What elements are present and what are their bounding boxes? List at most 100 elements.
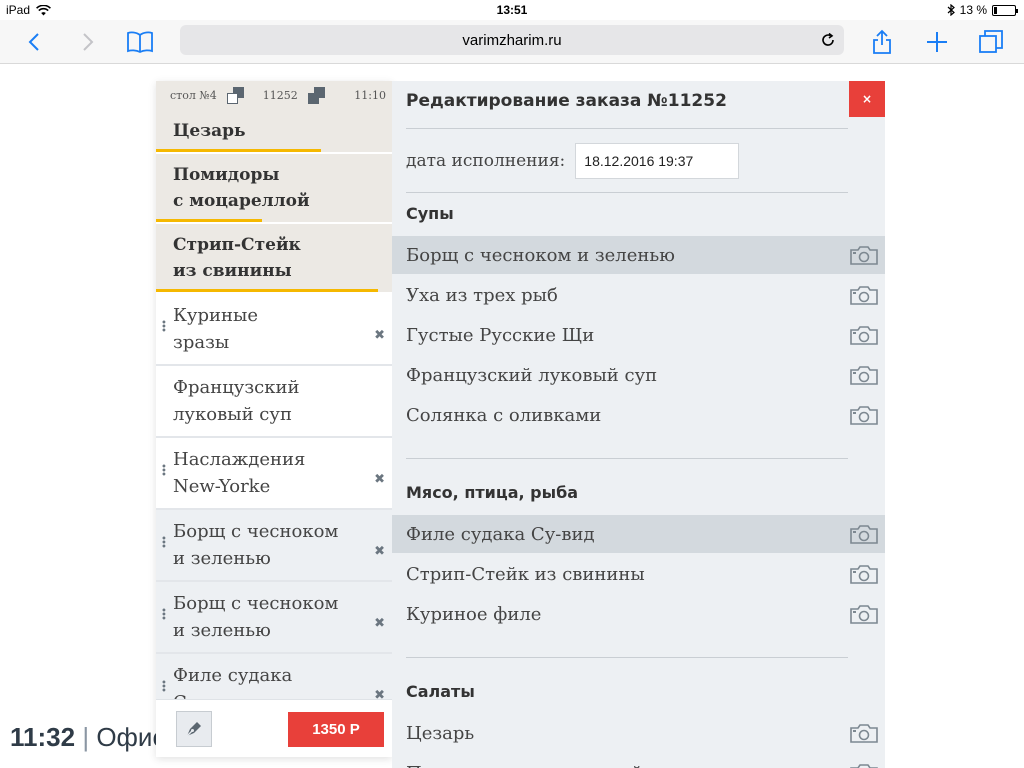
camera-icon[interactable] <box>849 603 879 625</box>
grip-icon[interactable]: • • • <box>161 319 167 337</box>
status-bar: iPad 13:51 13 % <box>0 0 1024 20</box>
camera-icon[interactable] <box>849 324 879 346</box>
camera-icon[interactable] <box>849 404 879 426</box>
camera-icon[interactable] <box>849 364 879 386</box>
menu-item-name: Густые Русские Щи <box>406 324 595 346</box>
grip-icon[interactable]: • • • <box>161 463 167 481</box>
ordered-dishes: • • • Куриные зразы ✖ Французский луковый суп • •… <box>156 294 392 726</box>
bluetooth-icon <box>947 4 955 16</box>
bookmarks-button[interactable] <box>124 26 156 58</box>
grip-icon[interactable]: • • • <box>161 607 167 625</box>
battery-icon <box>992 4 1018 16</box>
dish-name-line1: Цезарь <box>173 121 246 141</box>
menu-item[interactable]: Уха из трех рыб <box>392 276 885 314</box>
new-tab-icon <box>927 32 947 52</box>
tabs-button[interactable] <box>975 26 1007 58</box>
date-row: дата исполнения: <box>406 143 740 179</box>
divider <box>406 657 848 658</box>
address-bar[interactable]: varimzharim.ru <box>180 25 844 55</box>
back-button[interactable] <box>18 26 50 58</box>
camera-icon[interactable] <box>849 563 879 585</box>
url-text: varimzharim.ru <box>462 31 562 49</box>
order-dish[interactable]: • • • Наслаждения New-Yorke ✖ <box>156 438 392 510</box>
order-dish[interactable]: • • • Куриные зразы ✖ <box>156 294 392 366</box>
total-price-button[interactable]: 1350 Р <box>288 712 384 747</box>
menu-item-name: Борщ с чесноком и зеленью <box>406 244 675 266</box>
dish-name-line2: луковый суп <box>173 404 292 425</box>
menu-item[interactable]: Густые Русские Щи <box>392 316 885 354</box>
tabs-icon <box>979 30 1003 53</box>
dish-name-line1: Французский <box>173 377 300 398</box>
divider <box>406 128 848 129</box>
menu-item-name: Французский луковый суп <box>406 364 658 386</box>
cooking-progress-bar <box>156 219 262 222</box>
new-tab-button[interactable] <box>921 26 953 58</box>
dish-name-line2: и зеленью <box>173 548 271 569</box>
menu-item[interactable]: Цезарь <box>392 714 885 752</box>
remove-icon[interactable]: ✖ <box>374 466 385 493</box>
order-icon[interactable] <box>307 86 326 105</box>
cooking-progress-bar <box>156 289 378 292</box>
camera-icon[interactable] <box>849 284 879 306</box>
background-time: 11:32 <box>10 722 76 752</box>
menu-item[interactable]: Стрип-Стейк из свинины <box>392 555 885 593</box>
order-panel: стол №4 11252 11:10 Цезарь Помидоры с моца… <box>156 81 392 757</box>
battery-fill <box>994 6 997 14</box>
close-button[interactable]: × <box>849 81 885 117</box>
camera-icon[interactable] <box>849 762 879 768</box>
divider <box>406 192 848 193</box>
in-progress-dish[interactable]: Стрип-Стейк из свинины <box>156 224 392 294</box>
category-title: Салаты <box>406 682 475 701</box>
order-dish[interactable]: • • • Борщ с чесноком и зеленью ✖ <box>156 582 392 654</box>
dish-name-line2: New-Yorke <box>173 476 271 497</box>
menu-item-name: Помидоры с моцареллой <box>406 763 643 768</box>
table-number: стол №4 <box>170 89 217 102</box>
share-button[interactable] <box>866 26 898 58</box>
cooking-progress-bar <box>156 149 321 152</box>
divider <box>406 458 848 459</box>
back-icon <box>28 33 39 51</box>
menu-item[interactable]: Французский луковый суп <box>392 356 885 394</box>
camera-icon[interactable] <box>849 523 879 545</box>
in-progress-dish[interactable]: Помидоры с моцареллой <box>156 154 392 224</box>
remove-icon[interactable]: ✖ <box>374 322 385 349</box>
menu-item[interactable]: Борщ с чесноком и зеленью <box>392 236 885 274</box>
reload-button[interactable] <box>818 30 838 50</box>
order-dish[interactable]: • • • Борщ с чесноком и зеленью ✖ <box>156 510 392 582</box>
edit-order-panel: Редактирование заказа №11252 × дата испо… <box>392 81 885 768</box>
category-title: Супы <box>406 204 454 223</box>
pen-icon <box>186 722 201 737</box>
camera-icon[interactable] <box>849 244 879 266</box>
menu-item[interactable]: Филе судака Су-вид <box>392 515 885 553</box>
order-dish[interactable]: Французский луковый суп <box>156 366 392 438</box>
forward-button[interactable] <box>72 26 104 58</box>
close-icon: × <box>861 92 873 106</box>
dish-name-line1: Помидоры <box>173 165 280 185</box>
menu-item[interactable]: Помидоры с моцареллой <box>392 754 885 768</box>
reload-icon <box>822 33 834 46</box>
menu-item[interactable]: Куриное филе <box>392 595 885 633</box>
browser-toolbar: varimzharim.ru <box>0 20 1024 64</box>
share-icon <box>873 29 891 54</box>
status-right: 13 % <box>947 3 1018 17</box>
camera-icon[interactable] <box>849 722 879 744</box>
dish-name-line2: зразы <box>173 332 230 353</box>
in-progress-dish[interactable]: Цезарь <box>156 110 392 154</box>
dish-name-line1: Наслаждения <box>173 449 306 470</box>
edit-note-button[interactable] <box>176 711 212 747</box>
order-time: 11:10 <box>354 89 386 102</box>
edit-panel-title: Редактирование заказа №11252 <box>406 91 727 111</box>
remove-icon[interactable]: ✖ <box>374 610 385 637</box>
menu-item[interactable]: Солянка с оливками <box>392 396 885 434</box>
dish-name-line1: Борщ с чесноком <box>173 521 339 542</box>
grip-icon[interactable]: • • • <box>161 535 167 553</box>
grip-icon[interactable]: • • • <box>161 679 167 697</box>
background-separator: | <box>82 722 90 752</box>
menu-item-name: Куриное филе <box>406 603 542 625</box>
remove-icon[interactable]: ✖ <box>374 538 385 565</box>
date-input[interactable] <box>575 143 740 179</box>
table-icon[interactable] <box>226 86 245 105</box>
battery-percent: 13 % <box>959 3 987 17</box>
background-clock: 11:32 | Офис <box>10 722 165 753</box>
dish-name-line2: и зеленью <box>173 620 271 641</box>
